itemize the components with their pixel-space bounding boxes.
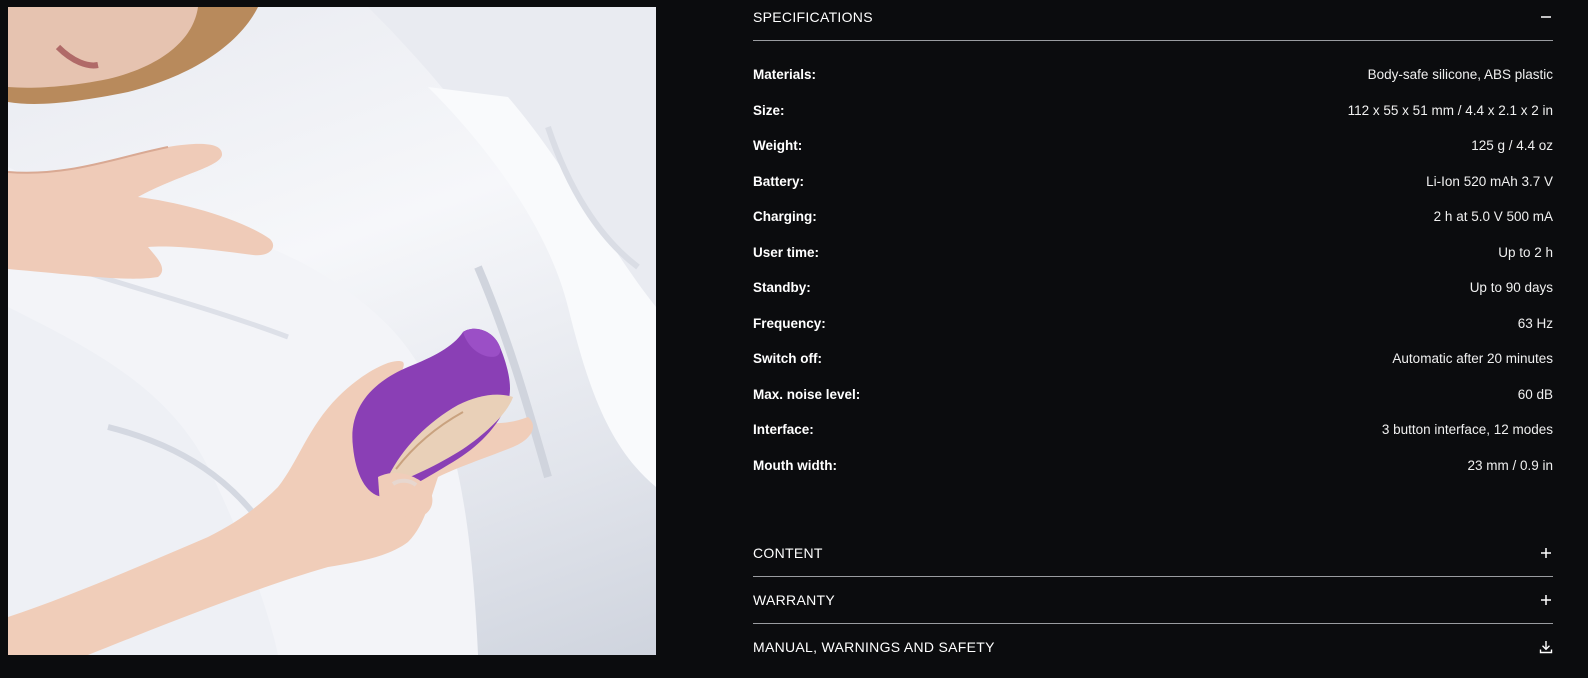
spec-value: 3 button interface, 12 modes	[1381, 422, 1553, 438]
specifications-header[interactable]: SPECIFICATIONS	[753, 0, 1553, 34]
specifications-divider	[753, 40, 1553, 41]
spec-row-frequency: Frequency: 63 Hz	[753, 306, 1553, 342]
spec-value: 125 g / 4.4 oz	[1471, 138, 1553, 154]
spec-label: Interface:	[753, 422, 814, 438]
spec-label: Standby:	[753, 280, 811, 296]
spec-label: Frequency:	[753, 315, 826, 331]
spec-value: Body-safe silicone, ABS plastic	[1367, 67, 1553, 83]
spec-row-mouth-width: Mouth width: 23 mm / 0.9 in	[753, 448, 1553, 484]
spec-label: Mouth width:	[753, 457, 837, 473]
manual-title: MANUAL, WARNINGS AND SAFETY	[753, 639, 995, 655]
warranty-header[interactable]: WARRANTY	[753, 577, 1553, 623]
download-icon[interactable]	[1539, 640, 1553, 654]
content-section: CONTENT	[753, 530, 1553, 577]
content-title: CONTENT	[753, 545, 823, 561]
warranty-section: WARRANTY	[753, 577, 1553, 624]
spec-label: Battery:	[753, 173, 805, 189]
plus-icon[interactable]	[1539, 546, 1553, 560]
spec-value: 60 dB	[1517, 386, 1553, 402]
spec-label: Weight:	[753, 138, 803, 154]
page: SPECIFICATIONS Materials: Body-safe sili…	[0, 0, 1588, 678]
spec-row-charging: Charging: 2 h at 5.0 V 500 mA	[753, 199, 1553, 235]
spec-row-max-noise-level: Max. noise level: 60 dB	[753, 377, 1553, 413]
spec-row-weight: Weight: 125 g / 4.4 oz	[753, 128, 1553, 164]
spec-value: 63 Hz	[1517, 315, 1553, 331]
specifications-list: Materials: Body-safe silicone, ABS plast…	[753, 57, 1553, 483]
spec-row-interface: Interface: 3 button interface, 12 modes	[753, 412, 1553, 448]
spec-row-standby: Standby: Up to 90 days	[753, 270, 1553, 306]
content-header[interactable]: CONTENT	[753, 530, 1553, 576]
product-photo	[8, 7, 656, 655]
spec-value: Automatic after 20 minutes	[1392, 351, 1553, 367]
spec-value: Up to 2 h	[1498, 244, 1553, 260]
manual-header[interactable]: MANUAL, WARNINGS AND SAFETY	[753, 624, 1553, 670]
spec-row-materials: Materials: Body-safe silicone, ABS plast…	[753, 57, 1553, 93]
spec-label: Size:	[753, 102, 785, 118]
specifications-panel: SPECIFICATIONS Materials: Body-safe sili…	[753, 0, 1553, 483]
spec-row-battery: Battery: Li-Ion 520 mAh 3.7 V	[753, 164, 1553, 200]
spec-value: Li-Ion 520 mAh 3.7 V	[1426, 173, 1553, 189]
spec-value: 112 x 55 x 51 mm / 4.4 x 2.1 x 2 in	[1347, 102, 1553, 118]
warranty-title: WARRANTY	[753, 592, 835, 608]
spec-label: Switch off:	[753, 351, 822, 367]
product-photo-illustration	[8, 7, 656, 655]
plus-icon[interactable]	[1539, 593, 1553, 607]
specifications-title: SPECIFICATIONS	[753, 9, 873, 25]
spec-label: Materials:	[753, 67, 817, 83]
spec-value: 23 mm / 0.9 in	[1467, 457, 1553, 473]
spec-label: Charging:	[753, 209, 817, 225]
spec-row-switch-off: Switch off: Automatic after 20 minutes	[753, 341, 1553, 377]
spec-row-user-time: User time: Up to 2 h	[753, 235, 1553, 271]
spec-value: Up to 90 days	[1469, 280, 1553, 296]
minus-icon[interactable]	[1539, 10, 1553, 24]
manual-section: MANUAL, WARNINGS AND SAFETY	[753, 624, 1553, 670]
spec-value: 2 h at 5.0 V 500 mA	[1433, 209, 1553, 225]
spec-label: User time:	[753, 244, 820, 260]
spec-row-size: Size: 112 x 55 x 51 mm / 4.4 x 2.1 x 2 i…	[753, 93, 1553, 129]
spec-label: Max. noise level:	[753, 386, 861, 402]
